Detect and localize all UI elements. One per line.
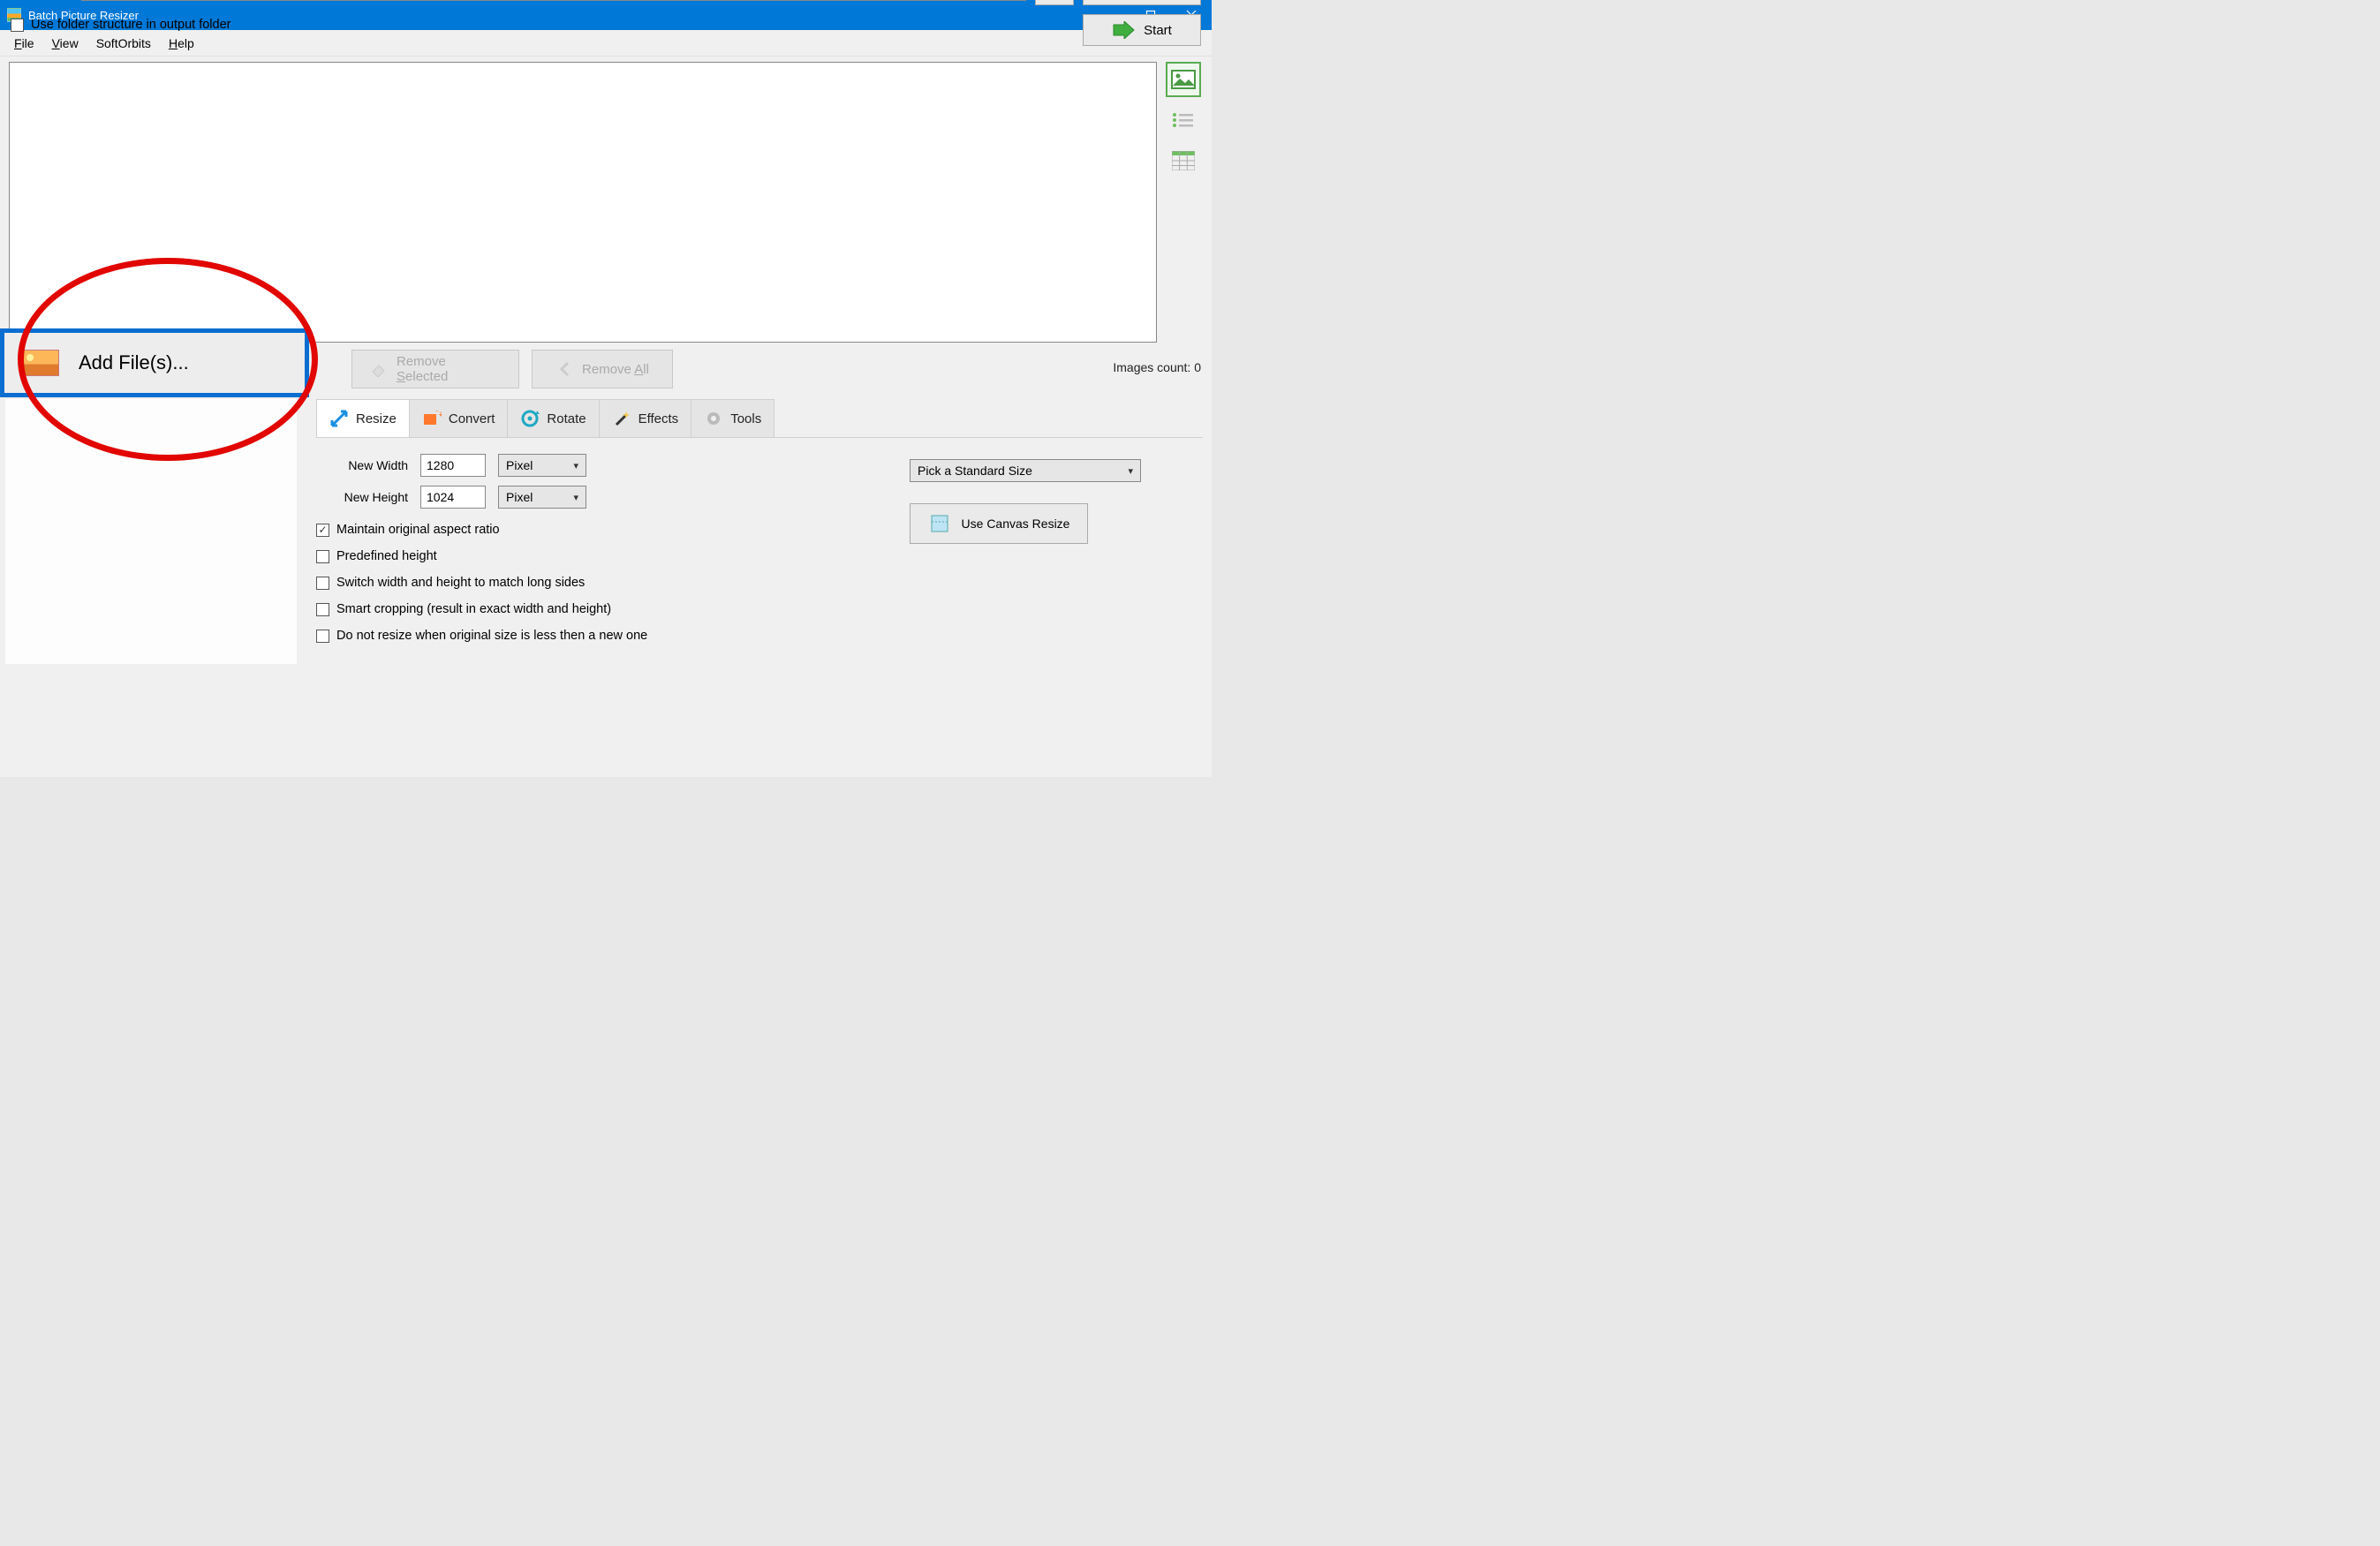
no-upscale-label: Do not resize when original size is less… — [336, 629, 647, 643]
canvas-icon — [928, 512, 951, 535]
grid-icon — [1172, 151, 1195, 170]
checkbox-icon — [316, 577, 329, 590]
maintain-aspect-label: Maintain original aspect ratio — [336, 523, 500, 537]
chevron-down-icon: ▾ — [573, 492, 578, 503]
checkbox-icon — [11, 19, 24, 32]
checkbox-icon — [316, 630, 329, 643]
tab-effects[interactable]: Effects — [599, 399, 692, 438]
maintain-aspect-checkbox[interactable]: ✓ Maintain original aspect ratio — [316, 523, 874, 537]
start-label: Start — [1144, 23, 1172, 38]
resize-icon — [329, 409, 349, 428]
play-arrow-icon — [1112, 21, 1135, 39]
browse-destination-button[interactable] — [1035, 0, 1074, 5]
tab-tools[interactable]: Tools — [691, 399, 774, 438]
smart-crop-label: Smart cropping (result in exact width an… — [336, 602, 611, 616]
remove-all-button[interactable]: Remove All — [532, 350, 673, 388]
list-icon — [1172, 111, 1195, 129]
wand-icon — [612, 409, 631, 428]
height-unit-value: Pixel — [506, 490, 533, 504]
canvas-resize-label: Use Canvas Resize — [962, 517, 1070, 531]
use-folder-structure-label: Use folder structure in output folder — [31, 18, 230, 32]
tab-effects-label: Effects — [638, 411, 679, 426]
view-mode-toolbar — [1166, 62, 1205, 184]
standard-size-value: Pick a Standard Size — [918, 464, 1032, 478]
tab-convert[interactable]: Convert — [409, 399, 509, 438]
height-unit-select[interactable]: Pixel ▾ — [498, 486, 586, 509]
app-window: Batch Picture Resizer File View SoftOrbi… — [0, 0, 1212, 777]
checkbox-icon — [316, 550, 329, 563]
start-button[interactable]: Start — [1083, 14, 1201, 46]
tab-rotate[interactable]: Rotate — [507, 399, 599, 438]
picture-icon — [1171, 70, 1196, 89]
no-upscale-checkbox[interactable]: Do not resize when original size is less… — [316, 629, 874, 643]
remove-selected-button[interactable]: Remove Selected — [351, 350, 519, 388]
rotate-icon — [520, 409, 540, 428]
blank-panel — [5, 399, 297, 664]
new-height-input[interactable] — [420, 486, 486, 509]
view-list-button[interactable] — [1166, 102, 1201, 138]
width-unit-value: Pixel — [506, 458, 533, 472]
add-files-button[interactable]: Add File(s)... — [0, 328, 309, 397]
chevron-down-icon: ▾ — [573, 460, 578, 471]
gear-icon — [704, 409, 723, 428]
destination-combobox[interactable]: ▾ — [81, 0, 1026, 1]
predefined-height-checkbox[interactable]: Predefined height — [316, 549, 874, 563]
new-height-label: New Height — [316, 490, 413, 504]
option-tabs: Resize Convert Rotate Effects Tools — [316, 399, 774, 438]
new-width-label: New Width — [316, 458, 413, 472]
predefined-height-label: Predefined height — [336, 549, 437, 563]
use-folder-structure-checkbox[interactable]: Use folder structure in output folder — [11, 18, 230, 32]
switch-wh-checkbox[interactable]: Switch width and height to match long si… — [316, 576, 874, 590]
tab-resize-label: Resize — [356, 411, 397, 426]
chevron-down-icon: ▾ — [1128, 465, 1133, 477]
new-width-input[interactable] — [420, 454, 486, 477]
add-files-label: Add File(s)... — [79, 351, 189, 374]
resize-panel: New Width Pixel ▾ New Height Pixel ▾ ✓ Mai… — [316, 437, 1203, 655]
width-unit-select[interactable]: Pixel ▾ — [498, 454, 586, 477]
tab-convert-label: Convert — [449, 411, 495, 426]
tab-resize[interactable]: Resize — [316, 399, 410, 438]
view-thumbnails-button[interactable] — [1166, 62, 1201, 97]
bottom-bar: Destination ▾ Options Use folder structu… — [0, 0, 1212, 57]
images-count-label: Images count: 0 — [1113, 360, 1201, 374]
smart-crop-checkbox[interactable]: Smart cropping (result in exact width an… — [316, 602, 874, 616]
eraser-icon — [370, 360, 388, 378]
checkbox-checked-icon: ✓ — [316, 524, 329, 537]
picture-file-icon — [20, 350, 59, 376]
canvas-resize-button[interactable]: Use Canvas Resize — [910, 503, 1088, 544]
options-button[interactable]: Options — [1083, 0, 1201, 5]
chevron-left-icon — [555, 360, 573, 378]
switch-wh-label: Switch width and height to match long si… — [336, 576, 585, 590]
tab-tools-label: Tools — [730, 411, 761, 426]
view-grid-button[interactable] — [1166, 143, 1201, 178]
convert-icon — [422, 409, 442, 428]
tab-rotate-label: Rotate — [547, 411, 586, 426]
checkbox-icon — [316, 603, 329, 616]
standard-size-select[interactable]: Pick a Standard Size ▾ — [910, 459, 1141, 482]
preview-area[interactable] — [9, 62, 1157, 343]
